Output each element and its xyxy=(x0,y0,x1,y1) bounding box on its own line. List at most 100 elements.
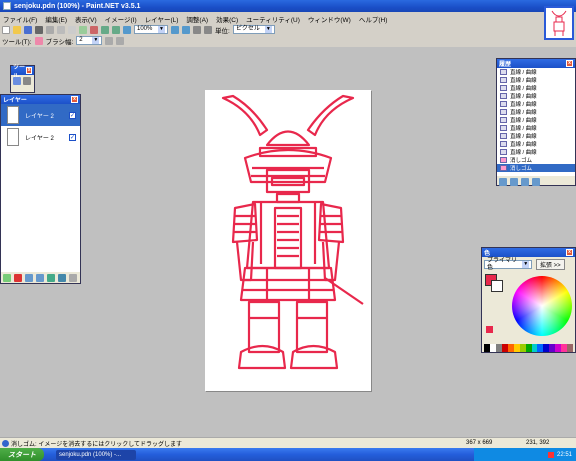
units-select[interactable]: ピクセル ▼ xyxy=(232,25,275,34)
close-icon[interactable]: x xyxy=(26,67,32,74)
grid-icon[interactable] xyxy=(193,25,201,34)
menu-image[interactable]: イメージ(I) xyxy=(105,14,137,24)
deselect-icon[interactable] xyxy=(90,25,98,34)
menu-effects[interactable]: 効果(C) xyxy=(216,14,238,24)
move-down-icon[interactable] xyxy=(58,274,66,282)
zoom-icon[interactable] xyxy=(123,25,131,34)
undo-icon[interactable] xyxy=(101,25,109,34)
zoom-select[interactable]: 100% ▼ xyxy=(134,25,168,34)
history-list: 直線 / 曲線 直線 / 曲線 直線 / 曲線 直線 / 曲線 直線 / 曲線 … xyxy=(497,68,575,176)
layer-visibility-checkbox[interactable]: ✓ xyxy=(69,133,76,141)
info-icon xyxy=(2,439,9,447)
layer-thumbnail xyxy=(7,106,19,124)
zoom-out-icon[interactable] xyxy=(182,25,190,34)
tools-panel-header: ツールx xyxy=(11,65,34,80)
history-item-selected[interactable]: 消しゴム xyxy=(497,164,575,172)
line-icon xyxy=(500,117,507,123)
layer-visibility-checkbox[interactable]: ✓ xyxy=(69,111,76,119)
redo-icon[interactable] xyxy=(521,178,529,186)
open-icon[interactable] xyxy=(13,25,21,34)
ruler-icon[interactable] xyxy=(204,25,212,34)
image-canvas[interactable] xyxy=(205,90,371,391)
layers-panel-header: レイヤー x xyxy=(1,95,80,104)
line-icon xyxy=(500,149,507,155)
redo-icon[interactable] xyxy=(112,25,120,34)
history-panel-header: 履歴 x xyxy=(497,59,575,68)
tray-icon[interactable] xyxy=(547,451,554,458)
move-tool-icon[interactable] xyxy=(23,77,31,85)
history-item[interactable]: 直線 / 曲線 xyxy=(497,116,575,124)
layer-row[interactable]: レイヤー 2 ✓ xyxy=(1,126,80,148)
history-item[interactable]: 直線 / 曲線 xyxy=(497,132,575,140)
colors-panel-header: 色x xyxy=(482,248,575,257)
blend-mode-icon[interactable] xyxy=(116,36,125,45)
line-icon xyxy=(500,85,507,91)
layers-panel: レイヤー x レイヤー 2 ✓ レイヤー 2 ✓ xyxy=(0,94,81,284)
color-palette[interactable] xyxy=(484,344,574,352)
eraser-tool-icon[interactable] xyxy=(34,36,43,45)
menu-window[interactable]: ウィンドウ(W) xyxy=(308,14,351,24)
select-tool-icon[interactable] xyxy=(13,77,21,85)
history-panel-title: 履歴 xyxy=(499,62,512,68)
layers-actions xyxy=(1,272,80,284)
fast-forward-icon[interactable] xyxy=(532,178,540,186)
layer-properties-icon[interactable] xyxy=(69,274,77,282)
add-layer-icon[interactable] xyxy=(3,274,11,282)
merge-layer-icon[interactable] xyxy=(36,274,44,282)
zoom-in-icon[interactable] xyxy=(171,25,179,34)
menu-file[interactable]: ファイル(F) xyxy=(3,14,37,24)
brush-width-select[interactable]: 2 ▼ xyxy=(76,36,103,45)
clock: 22:51 xyxy=(556,451,572,458)
eraser-icon xyxy=(500,157,507,163)
menu-adjustments[interactable]: 調整(A) xyxy=(186,14,208,24)
antialias-icon[interactable] xyxy=(105,36,114,45)
undo-icon[interactable] xyxy=(510,178,518,186)
print-icon[interactable] xyxy=(35,25,43,34)
secondary-color-swatch[interactable] xyxy=(491,280,503,292)
history-item[interactable]: 直線 / 曲線 xyxy=(497,140,575,148)
menu-utilities[interactable]: ユーティリティ(U) xyxy=(246,14,300,24)
history-item[interactable]: 直線 / 曲線 xyxy=(497,92,575,100)
menu-help[interactable]: ヘルプ(H) xyxy=(359,14,388,24)
taskbar-item-paintnet[interactable]: senjoku.pdn (100%) -... xyxy=(56,449,136,460)
eraser-icon xyxy=(500,165,507,171)
paste-icon[interactable] xyxy=(68,25,76,34)
color-wheel[interactable] xyxy=(512,276,572,336)
tool-grid xyxy=(11,75,34,87)
close-icon[interactable]: x xyxy=(566,249,573,256)
line-icon xyxy=(500,77,507,83)
history-item[interactable]: 直線 / 曲線 xyxy=(497,148,575,156)
close-icon[interactable]: x xyxy=(71,96,78,103)
move-up-icon[interactable] xyxy=(47,274,55,282)
cut-icon[interactable] xyxy=(46,25,54,34)
line-icon xyxy=(500,133,507,139)
layers-list-empty xyxy=(1,148,80,272)
history-controls xyxy=(497,176,575,188)
history-item[interactable]: 直線 / 曲線 xyxy=(497,84,575,92)
menu-edit[interactable]: 編集(E) xyxy=(45,14,67,24)
menu-view[interactable]: 表示(V) xyxy=(75,14,97,24)
close-icon[interactable]: x xyxy=(566,60,573,67)
history-item[interactable]: 直線 / 曲線 xyxy=(497,100,575,108)
more-colors-button[interactable]: 拡張 >> xyxy=(536,259,565,270)
layer-row-selected[interactable]: レイヤー 2 ✓ xyxy=(1,104,80,126)
menu-layers[interactable]: レイヤー(L) xyxy=(145,14,179,24)
color-mode-select[interactable]: プライマリ色 ▼ xyxy=(484,258,532,271)
line-icon xyxy=(500,69,507,75)
history-item[interactable]: 直線 / 曲線 xyxy=(497,68,575,76)
history-item[interactable]: 直線 / 曲線 xyxy=(497,124,575,132)
history-item[interactable]: 直線 / 曲線 xyxy=(497,108,575,116)
rewind-icon[interactable] xyxy=(499,178,507,186)
app-icon xyxy=(3,2,11,10)
save-icon[interactable] xyxy=(24,25,32,34)
duplicate-layer-icon[interactable] xyxy=(25,274,33,282)
delete-layer-icon[interactable] xyxy=(14,274,22,282)
recent-color-swatch[interactable] xyxy=(486,326,493,333)
start-button[interactable]: スタート xyxy=(0,448,44,461)
copy-icon[interactable] xyxy=(57,25,65,34)
history-item[interactable]: 消しゴム xyxy=(497,156,575,164)
history-item[interactable]: 直線 / 曲線 xyxy=(497,76,575,84)
new-icon[interactable] xyxy=(2,25,10,34)
image-thumbnail[interactable] xyxy=(544,6,574,40)
crop-icon[interactable] xyxy=(79,25,87,34)
